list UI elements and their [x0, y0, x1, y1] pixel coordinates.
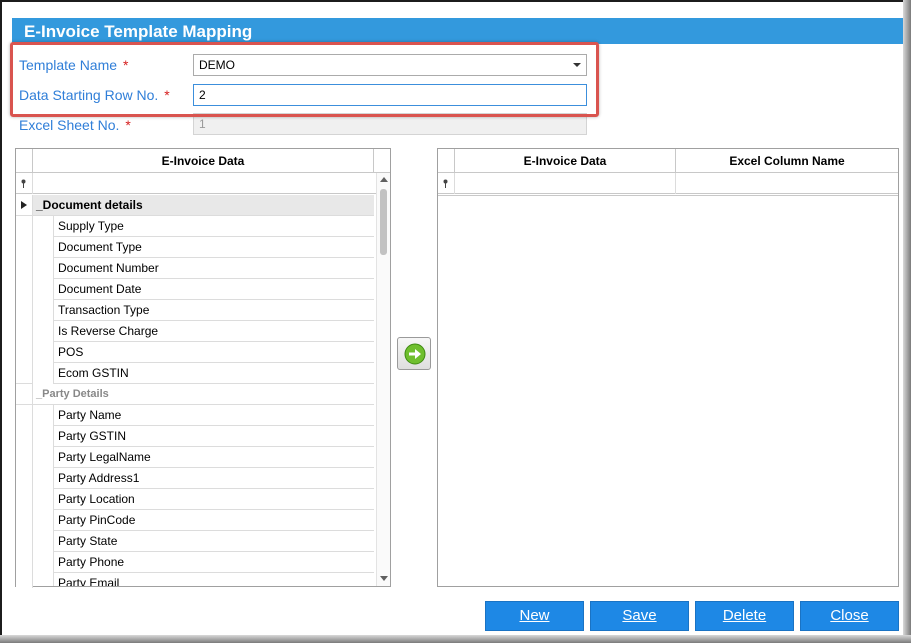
filter-input-cell[interactable]	[455, 173, 676, 194]
list-item[interactable]: Party Name	[53, 405, 374, 426]
list-item[interactable]: Party Phone	[53, 552, 374, 573]
vertical-scrollbar[interactable]	[376, 173, 390, 586]
mapping-grid[interactable]: E-Invoice Data Excel Column Name	[437, 148, 899, 587]
add-mapping-button[interactable]	[397, 337, 431, 370]
list-item[interactable]: Ecom GSTIN	[53, 363, 374, 384]
group-row-party-details[interactable]: _Party Details	[33, 384, 374, 405]
list-item[interactable]: Is Reverse Charge	[53, 321, 374, 342]
filter-pin-cell	[438, 173, 455, 194]
list-item[interactable]: Party State	[53, 531, 374, 552]
list-item[interactable]: Party Address1	[53, 468, 374, 489]
scroll-down-icon[interactable]	[380, 576, 388, 581]
filter-row[interactable]	[438, 173, 898, 194]
list-item[interactable]: Party PinCode	[53, 510, 374, 531]
indent-column	[16, 405, 33, 588]
pin-icon	[443, 179, 448, 188]
caret-right-icon	[21, 201, 27, 209]
row-indicator-header	[16, 149, 33, 173]
excel-sheet-no-label: Excel Sheet No. *	[19, 117, 131, 133]
list-item[interactable]: Document Number	[53, 258, 374, 279]
filter-input-cell[interactable]	[33, 173, 376, 194]
list-item[interactable]: Document Type	[53, 237, 374, 258]
arrow-right-icon	[404, 343, 426, 365]
new-button[interactable]: New	[485, 601, 584, 631]
scrollbar-thumb[interactable]	[380, 189, 387, 255]
list-item[interactable]: Party LegalName	[53, 447, 374, 468]
column-header-einvoice-data[interactable]: E-Invoice Data	[33, 149, 374, 173]
window-shadow	[903, 0, 911, 643]
delete-button[interactable]: Delete	[695, 601, 794, 631]
column-header-einvoice-data[interactable]: E-Invoice Data	[455, 149, 676, 173]
row-indicator-current	[16, 195, 33, 216]
pin-icon	[21, 179, 26, 188]
dialog-window: E-Invoice Template Mapping Template Name…	[0, 0, 911, 643]
close-button[interactable]: Close	[800, 601, 899, 631]
column-header-excel-column-name[interactable]: Excel Column Name	[676, 149, 898, 173]
filter-pin-cell	[16, 173, 33, 194]
save-button[interactable]: Save	[590, 601, 689, 631]
list-item[interactable]: Supply Type	[53, 216, 374, 237]
grid-divider	[438, 195, 898, 197]
header-spacer	[374, 149, 390, 173]
window-title: E-Invoice Template Mapping	[12, 18, 903, 44]
list-item[interactable]: Document Date	[53, 279, 374, 300]
list-item[interactable]: Party Email	[53, 573, 374, 586]
window-shadow	[0, 635, 911, 643]
filter-input-cell[interactable]	[676, 173, 898, 194]
highlight-box	[10, 42, 599, 117]
row-indicator-header	[438, 149, 455, 173]
einvoice-data-grid[interactable]: E-Invoice Data _Document details Supply …	[15, 148, 391, 588]
scroll-up-icon[interactable]	[380, 177, 388, 182]
filter-row[interactable]	[16, 173, 376, 194]
list-item[interactable]: Party Location	[53, 489, 374, 510]
indent-column	[16, 216, 33, 384]
list-item[interactable]: Transaction Type	[53, 300, 374, 321]
list-item[interactable]: POS	[53, 342, 374, 363]
row-indicator	[16, 384, 33, 405]
group-row-document-details[interactable]: _Document details	[33, 195, 374, 216]
list-item[interactable]: Party GSTIN	[53, 426, 374, 447]
